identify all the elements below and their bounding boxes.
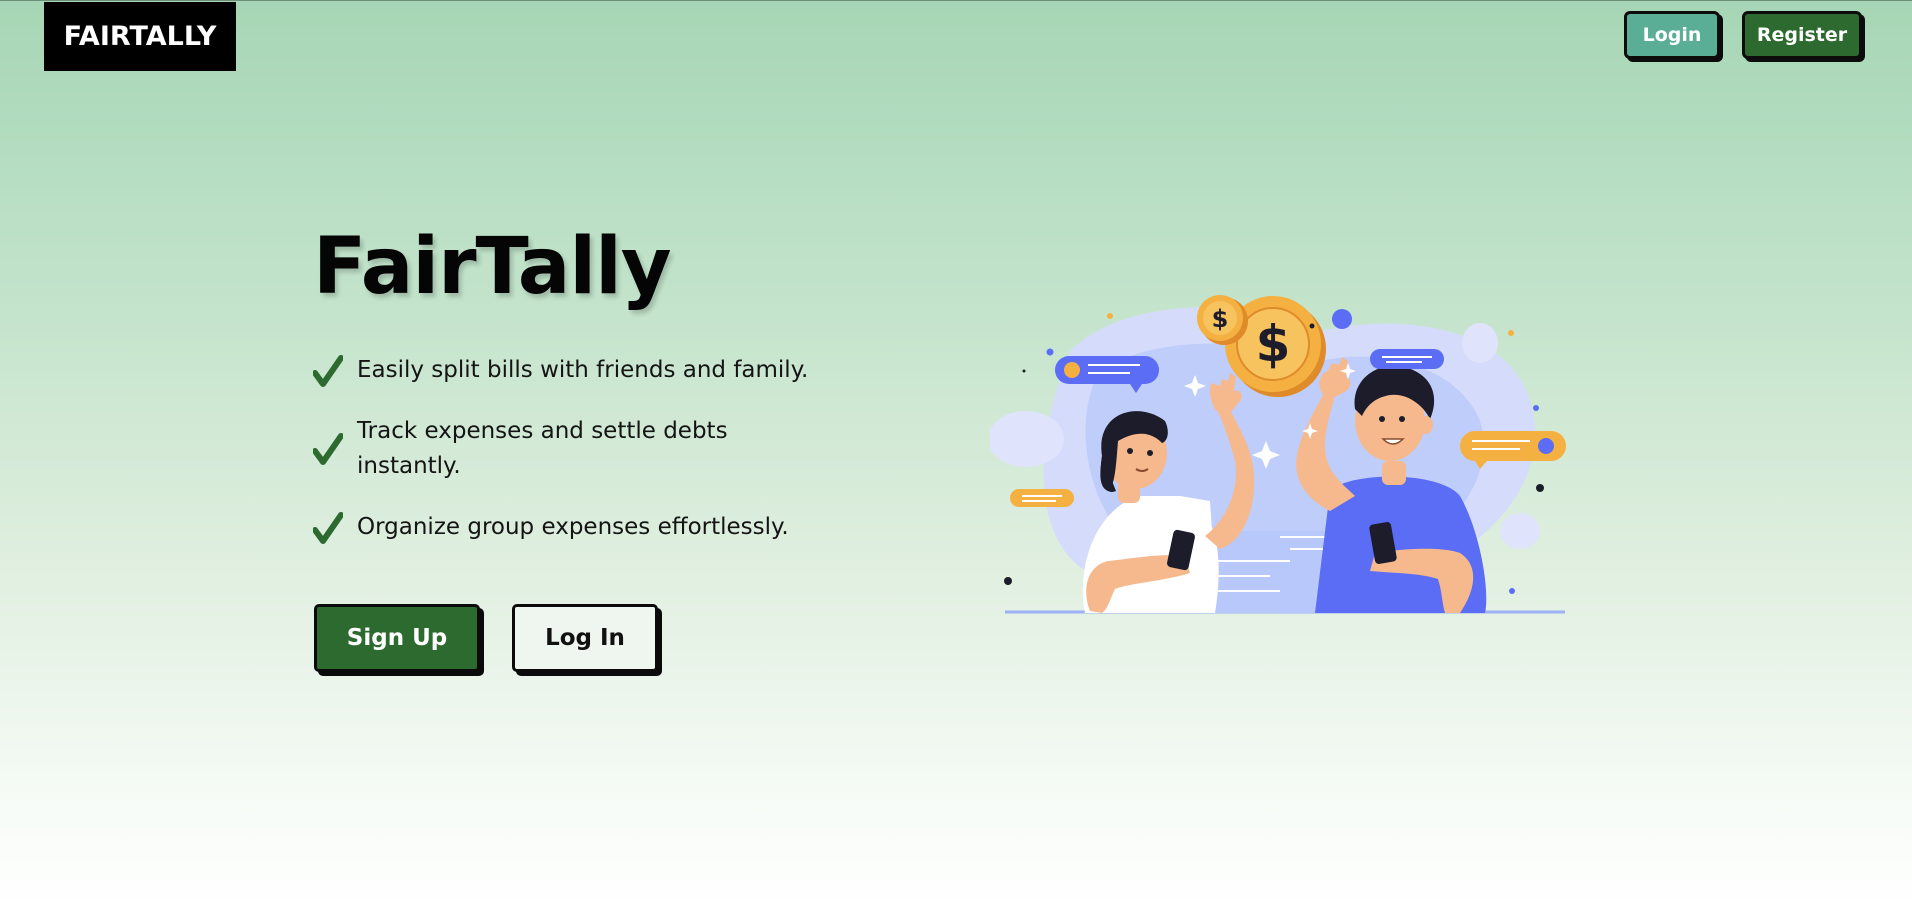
checkmark-icon: [313, 354, 357, 387]
feature-item: Track expenses and settle debts instantl…: [313, 414, 833, 484]
checkmark-icon: [313, 433, 357, 465]
feature-text: Track expenses and settle debts instantl…: [357, 418, 728, 479]
login-button[interactable]: Log In: [512, 604, 658, 672]
hero-illustration: $ $: [990, 295, 1566, 614]
feature-list: Easily split bills with friends and fami…: [313, 353, 833, 571]
chat-bubble-icon: [1370, 349, 1444, 369]
svg-text:$: $: [1256, 315, 1291, 373]
header-register-button[interactable]: Register: [1742, 11, 1862, 59]
hero-title: FairTally: [313, 222, 672, 312]
chat-bubble-icon: [1010, 489, 1074, 507]
svg-text:$: $: [1212, 305, 1229, 333]
feature-text: Organize group expenses effortlessly.: [357, 514, 789, 540]
feature-item: Easily split bills with friends and fami…: [313, 353, 833, 388]
brand-logo[interactable]: FAIRTALLY: [44, 2, 236, 71]
feature-text: Easily split bills with friends and fami…: [357, 357, 809, 383]
checkmark-icon: [313, 511, 357, 544]
signup-button[interactable]: Sign Up: [314, 604, 480, 672]
feature-item: Organize group expenses effortlessly.: [313, 510, 833, 545]
header-login-button[interactable]: Login: [1624, 11, 1720, 59]
